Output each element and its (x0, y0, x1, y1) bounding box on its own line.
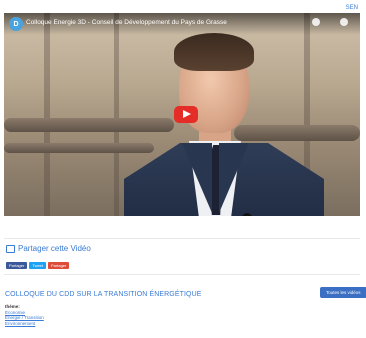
video-player[interactable]: D Colloque Energie 3D - Conseil de Dével… (4, 13, 360, 216)
all-videos-button[interactable]: Toutes les vidéos (320, 287, 366, 298)
theme-block: thème: Économie Énergie / Transition Env… (5, 304, 44, 326)
divider (4, 274, 360, 275)
person-hair (174, 33, 254, 71)
theme-link[interactable]: Énergie / Transition (5, 315, 44, 321)
share-section: Partager cette Vidéo (6, 244, 91, 253)
share-buttons: Partager Tweet Partager (6, 262, 70, 269)
background-beam (114, 13, 119, 216)
channel-logo[interactable]: D (9, 17, 23, 31)
facebook-share-button[interactable]: Partager (6, 262, 28, 269)
top-link[interactable]: SEN (346, 5, 358, 11)
theme-label: thème: (5, 304, 20, 309)
background-pipe (234, 125, 360, 141)
section-heading: COLLOQUE DU CDD SUR LA TRANSITION ÉNERGÉ… (5, 291, 202, 298)
background-beam (44, 13, 50, 216)
play-button-icon[interactable] (174, 106, 198, 123)
background-pipe (4, 143, 154, 153)
video-title-bar: D Colloque Energie 3D - Conseil de Dével… (4, 13, 360, 35)
share-arrow-icon[interactable] (340, 18, 348, 26)
video-title[interactable]: Colloque Energie 3D - Conseil de Dévelop… (26, 19, 227, 26)
divider (4, 238, 360, 239)
background-pipe (4, 118, 174, 132)
theme-link[interactable]: Environnement (5, 321, 44, 327)
google-share-button[interactable]: Partager (48, 262, 70, 269)
share-icon (6, 244, 15, 253)
microphone (242, 213, 252, 216)
share-title: Partager cette Vidéo (18, 244, 91, 253)
clock-icon[interactable] (312, 18, 320, 26)
twitter-share-button[interactable]: Tweet (29, 262, 47, 269)
